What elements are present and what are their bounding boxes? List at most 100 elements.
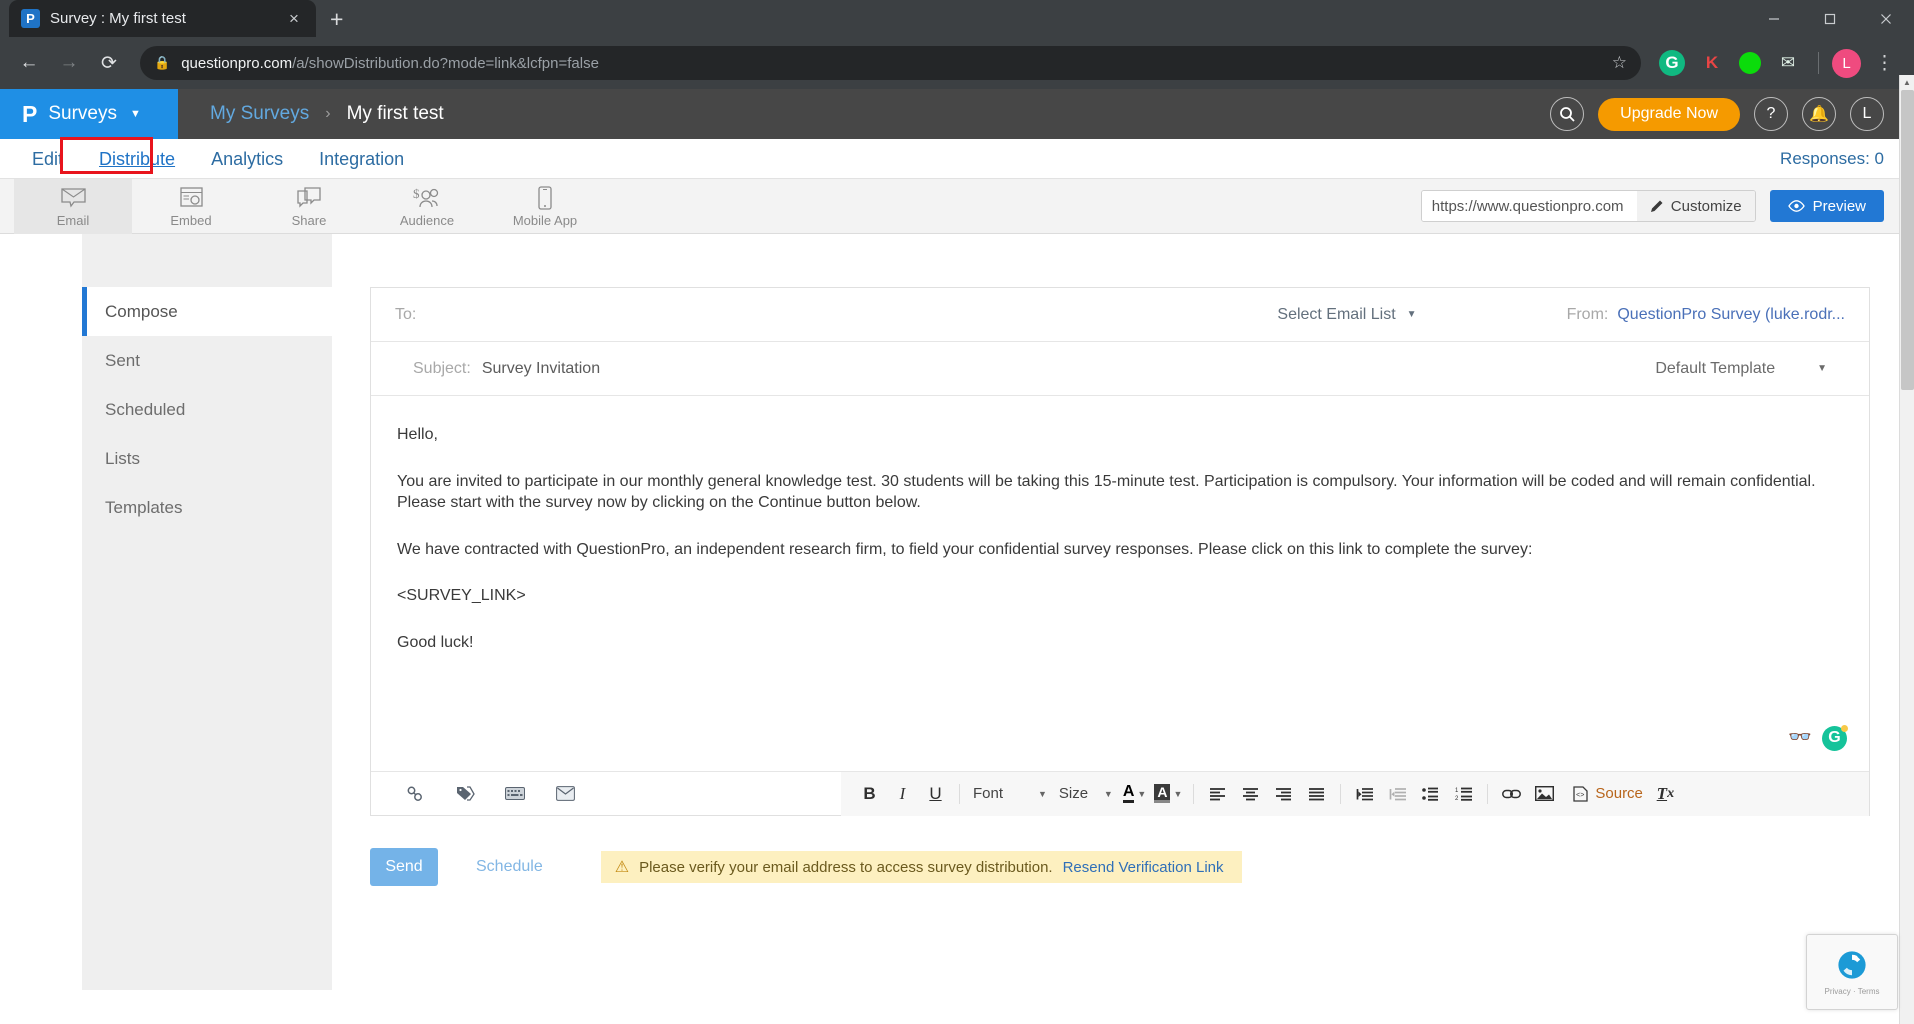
text-color-button[interactable]: A ▼ — [1122, 784, 1146, 803]
background-color-button[interactable]: A ▼ — [1154, 784, 1182, 803]
new-tab-icon[interactable]: + — [330, 6, 343, 33]
grammarly-extension-icon[interactable]: G — [1659, 50, 1685, 76]
question-mark-icon[interactable]: ? — [1754, 97, 1788, 131]
body-paragraph-2: We have contracted with QuestionPro, an … — [397, 540, 1533, 558]
numbered-list-icon[interactable]: 12 — [1449, 779, 1478, 809]
align-right-icon[interactable] — [1269, 779, 1298, 809]
bold-button[interactable]: B — [855, 779, 884, 809]
close-tab-icon[interactable]: × — [284, 9, 304, 29]
maximize-restore-icon[interactable] — [1802, 0, 1858, 37]
url-text: questionpro.com/a/showDistribution.do?mo… — [181, 55, 599, 72]
source-button[interactable]: <> Source — [1569, 785, 1647, 802]
upgrade-now-button[interactable]: Upgrade Now — [1598, 97, 1740, 131]
bg-color-label: A — [1154, 784, 1171, 803]
editor-toolbar-left — [371, 779, 841, 809]
breadcrumb: My Surveys › My first test — [178, 103, 444, 125]
resend-verification-link[interactable]: Resend Verification Link — [1063, 859, 1224, 876]
kebab-menu-icon[interactable]: ⋮ — [1867, 52, 1902, 75]
share-speech-bubble-icon — [296, 185, 322, 211]
bookmark-star-icon[interactable]: ☆ — [1612, 53, 1627, 73]
browser-toolbar: ← → ⟳ 🔒 questionpro.com/a/showDistributi… — [0, 37, 1914, 89]
template-dropdown[interactable]: Default Template ▼ — [1655, 360, 1845, 378]
survey-link-box[interactable]: https://www.questionpro.com Customize — [1420, 190, 1756, 222]
grammarly-badge-icon[interactable]: G — [1822, 724, 1848, 751]
breadcrumb-my-surveys[interactable]: My Surveys — [210, 103, 309, 125]
channel-email[interactable]: Email — [14, 178, 132, 234]
email-body-editor[interactable]: Hello, You are invited to participate in… — [371, 396, 1869, 771]
address-bar[interactable]: 🔒 questionpro.com/a/showDistribution.do?… — [140, 46, 1641, 80]
subject-input[interactable]: Survey Invitation — [482, 360, 600, 378]
bell-icon[interactable]: 🔔 — [1802, 97, 1836, 131]
compose-card: To: Select Email List ▼ From: QuestionPr… — [370, 287, 1870, 816]
customize-button[interactable]: Customize — [1636, 191, 1755, 221]
source-label: Source — [1595, 785, 1643, 802]
keyboard-icon[interactable] — [501, 779, 529, 809]
font-size-dropdown[interactable]: Size ▼ — [1059, 785, 1113, 802]
chevron-down-icon: ▼ — [1038, 788, 1047, 799]
schedule-button[interactable]: Schedule — [476, 858, 543, 876]
decrease-indent-icon[interactable] — [1383, 779, 1412, 809]
chevron-down-icon: ▼ — [1406, 309, 1417, 320]
back-icon[interactable]: ← — [12, 46, 46, 80]
browser-tab[interactable]: P Survey : My first test × — [9, 0, 316, 37]
search-icon[interactable] — [1550, 97, 1585, 131]
page-scrollbar[interactable]: ▲ — [1899, 75, 1914, 1024]
font-family-dropdown[interactable]: Font ▼ — [973, 785, 1047, 802]
channel-label: Email — [56, 212, 90, 228]
bulleted-list-icon[interactable] — [1416, 779, 1445, 809]
align-left-icon[interactable] — [1203, 779, 1232, 809]
tab-analytics[interactable]: Analytics — [193, 139, 301, 179]
tab-integration[interactable]: Integration — [301, 139, 422, 179]
tab-edit[interactable]: Edit — [14, 139, 81, 179]
sidebar-item-templates[interactable]: Templates — [82, 483, 332, 532]
align-justify-icon[interactable] — [1302, 779, 1331, 809]
align-center-icon[interactable] — [1236, 779, 1265, 809]
channel-mobile-app[interactable]: Mobile App — [486, 179, 604, 234]
mail-extension-icon[interactable]: ✉ — [1775, 50, 1801, 76]
kaspersky-extension-icon[interactable]: K — [1699, 50, 1725, 76]
merge-tag-icon[interactable] — [451, 779, 479, 809]
link-icon[interactable] — [1497, 779, 1526, 809]
remove-format-icon[interactable]: Tx — [1651, 779, 1680, 809]
preview-label: Preview — [1812, 197, 1866, 215]
channel-audience[interactable]: $ Audience — [368, 179, 486, 234]
italic-button[interactable]: I — [888, 779, 917, 809]
close-window-icon[interactable] — [1858, 0, 1914, 37]
sidebar-item-compose[interactable]: Compose — [82, 287, 332, 336]
forward-icon[interactable]: → — [52, 46, 86, 80]
user-avatar[interactable]: L — [1850, 97, 1884, 131]
underline-button[interactable]: U — [921, 779, 950, 809]
url-domain: questionpro.com — [181, 54, 293, 72]
sidebar-item-scheduled[interactable]: Scheduled — [82, 385, 332, 434]
sidebar-item-lists[interactable]: Lists — [82, 434, 332, 483]
responses-count: Responses: 0 — [1780, 148, 1884, 168]
preview-button[interactable]: Preview — [1769, 190, 1884, 222]
channel-label: Share — [291, 212, 327, 228]
distribute-channel-strip: Email Embed Share $ Audience Mobile App — [0, 178, 1914, 234]
minimize-icon[interactable] — [1746, 0, 1802, 37]
send-button[interactable]: Send — [370, 848, 438, 886]
channel-label: Mobile App — [512, 212, 578, 228]
increase-indent-icon[interactable] — [1350, 779, 1379, 809]
template-label: Default Template — [1655, 359, 1776, 377]
brand-surveys-menu[interactable]: P Surveys ▼ — [0, 89, 178, 139]
sidebar-item-sent[interactable]: Sent — [82, 336, 332, 385]
reload-icon[interactable]: ⟳ — [92, 46, 126, 80]
grammarly-widget[interactable]: 👓 G — [1788, 724, 1848, 751]
toolbar-divider — [1818, 52, 1819, 74]
scrollbar-thumb[interactable] — [1901, 90, 1914, 390]
image-icon[interactable] — [1530, 779, 1559, 809]
svg-text:$: $ — [413, 186, 420, 201]
select-email-list-dropdown[interactable]: Select Email List ▼ — [1277, 306, 1416, 324]
channel-embed[interactable]: Embed — [132, 179, 250, 234]
scroll-up-icon[interactable]: ▲ — [1900, 75, 1914, 90]
from-value[interactable]: QuestionPro Survey (luke.rodr... — [1617, 306, 1845, 324]
chrome-profile-avatar[interactable]: L — [1832, 48, 1861, 78]
breadcrumb-separator-icon: › — [325, 105, 331, 122]
verify-email-banner: ⚠ Please verify your email address to ac… — [600, 851, 1242, 883]
green-square-extension-icon[interactable] — [1739, 52, 1761, 74]
insert-link-chain-icon[interactable] — [401, 779, 429, 809]
channel-share[interactable]: Share — [250, 179, 368, 234]
email-template-icon[interactable] — [551, 779, 579, 809]
tab-distribute[interactable]: Distribute — [81, 139, 193, 179]
